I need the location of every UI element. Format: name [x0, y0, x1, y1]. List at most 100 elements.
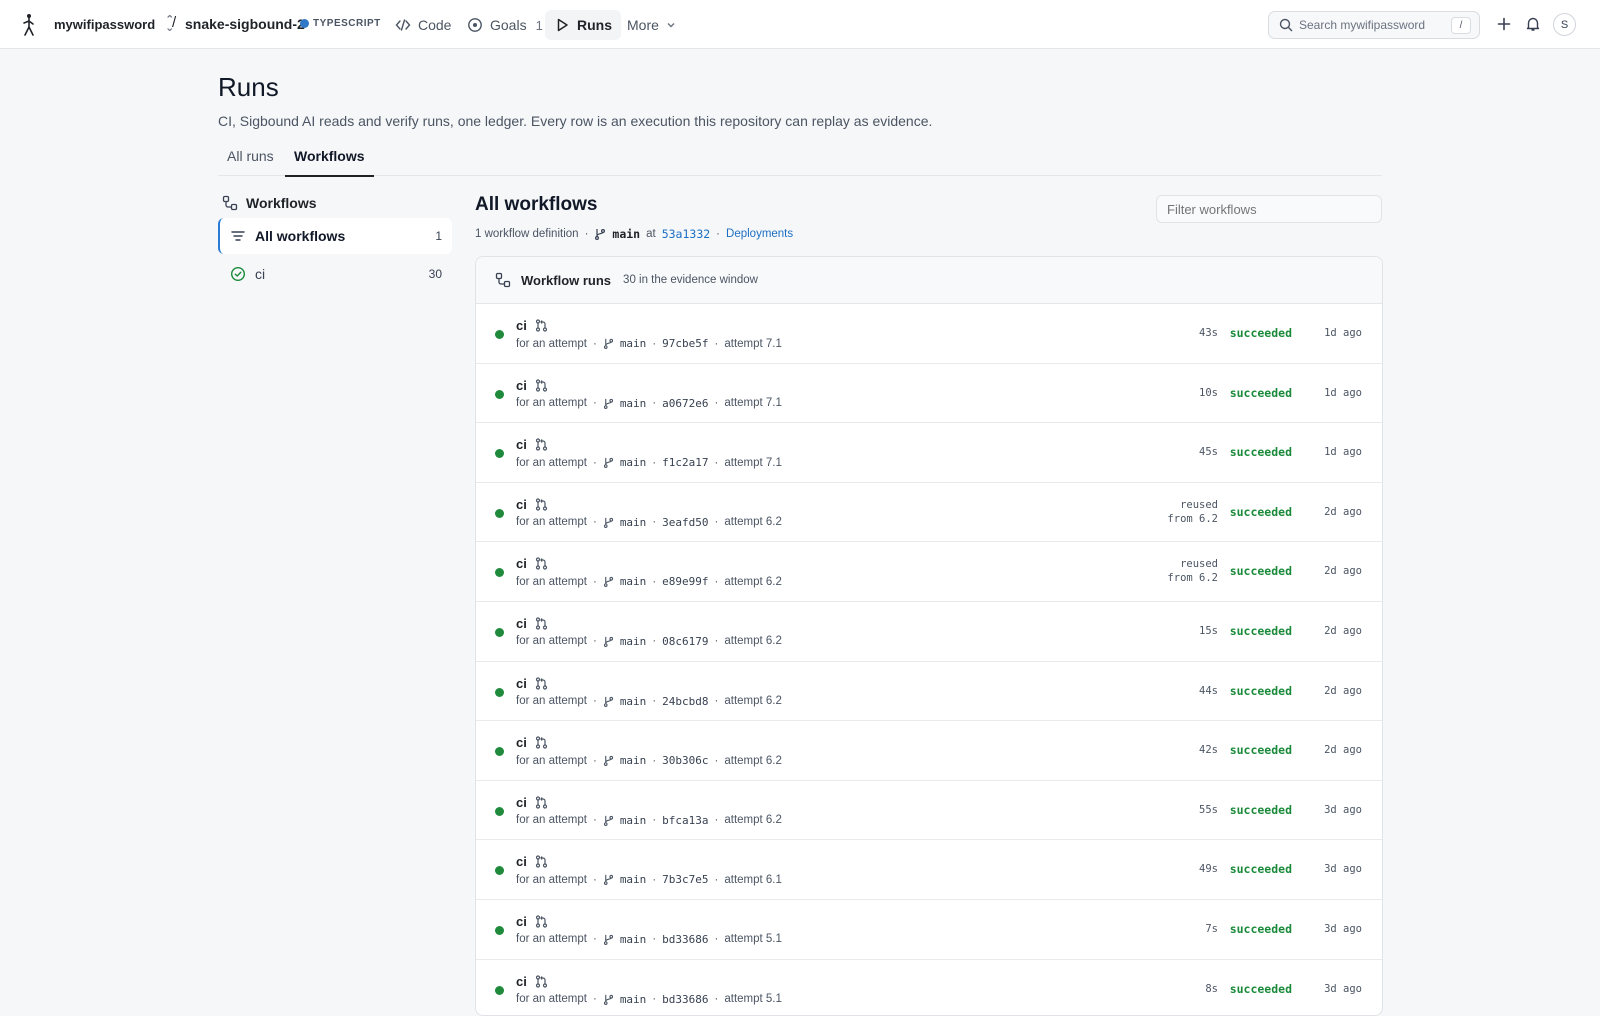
filter-workflows-input[interactable] — [1156, 195, 1382, 223]
separator-dot: · — [652, 933, 657, 946]
run-commit-sha[interactable]: bd33686 — [662, 993, 708, 1006]
run-name-label: ci — [516, 615, 527, 631]
run-name[interactable]: ci — [516, 437, 548, 452]
separator-dot: · — [592, 814, 597, 827]
run-name[interactable]: ci — [516, 914, 548, 929]
status-dot-icon — [495, 568, 504, 578]
workflow-icon — [495, 272, 511, 288]
run-name[interactable]: ci — [516, 497, 548, 512]
run-meta: for an attempt · main · 24bcbd8 · attemp… — [516, 695, 782, 708]
sidebar-item-ci[interactable]: ci 30 — [218, 256, 452, 292]
plus-icon[interactable] — [1494, 14, 1514, 34]
owner-switcher[interactable]: mywifipassword ⌃ ⌄ — [54, 15, 174, 34]
run-name[interactable]: ci — [516, 318, 548, 333]
run-row[interactable]: ci for an attempt · main · 08c6179 · att… — [476, 602, 1382, 662]
nav-tab-goals[interactable]: Goals 1 — [458, 10, 552, 40]
run-commit-sha[interactable]: 97cbe5f — [662, 337, 708, 350]
run-attempt: attempt 5.1 — [724, 933, 782, 946]
separator-dot: · — [592, 635, 597, 648]
run-commit-sha[interactable]: 24bcbd8 — [662, 695, 708, 708]
goals-count: 1 — [535, 17, 543, 33]
nav-tab-more[interactable]: More — [618, 10, 685, 40]
sidebar-item-all-workflows[interactable]: All workflows 1 — [218, 218, 452, 254]
commit-sha-link[interactable]: 53a1332 — [662, 227, 710, 241]
run-trigger: for an attempt — [516, 516, 587, 529]
separator-dot: · — [652, 337, 657, 350]
run-name[interactable]: ci — [516, 735, 548, 750]
separator-dot: · — [714, 456, 719, 469]
run-trigger: for an attempt — [516, 635, 587, 648]
status-dot-icon — [495, 627, 504, 637]
run-commit-sha[interactable]: bfca13a — [662, 814, 708, 827]
panel-title: Workflow runs — [521, 272, 612, 288]
logo-icon[interactable] — [18, 12, 40, 38]
separator-dot: · — [592, 933, 597, 946]
avatar[interactable]: S — [1553, 13, 1576, 36]
run-commit-sha[interactable]: f1c2a17 — [662, 456, 708, 469]
run-name[interactable]: ci — [516, 556, 548, 571]
bell-icon[interactable] — [1523, 14, 1543, 34]
separator-dot: · — [714, 337, 719, 350]
run-row[interactable]: ci for an attempt · main · 24bcbd8 · att… — [476, 662, 1382, 722]
run-row[interactable]: ci for an attempt · main · bd33686 · att… — [476, 960, 1382, 1015]
run-name-label: ci — [516, 973, 527, 989]
run-attempt: attempt 6.2 — [724, 575, 782, 588]
run-commit-sha[interactable]: 7b3c7e5 — [662, 873, 708, 886]
search-input[interactable]: Search mywifipassword / — [1268, 11, 1480, 39]
run-commit-sha[interactable]: a0672e6 — [662, 397, 708, 410]
run-trigger: for an attempt — [516, 993, 587, 1006]
workflow-runs-panel: Workflow runs 30 in the evidence window … — [475, 256, 1383, 1016]
run-name[interactable]: ci — [516, 616, 548, 631]
run-meta: for an attempt · main · 97cbe5f · attemp… — [516, 337, 782, 350]
branch-icon — [603, 636, 613, 647]
run-name[interactable]: ci — [516, 676, 548, 691]
separator-dot: · — [714, 814, 719, 827]
panel-header: Workflow runs 30 in the evidence window — [476, 257, 1382, 304]
repo-name[interactable]: snake-sigbound-2 — [185, 16, 305, 32]
sidebar-item-label: ci — [255, 266, 266, 282]
run-name[interactable]: ci — [516, 854, 548, 869]
run-row[interactable]: ci for an attempt · main · bfca13a · att… — [476, 781, 1382, 841]
run-row[interactable]: ci for an attempt · main · bd33686 · att… — [476, 900, 1382, 960]
run-row[interactable]: ci for an attempt · main · 30b306c · att… — [476, 721, 1382, 781]
definition-count: 1 workflow definition — [475, 228, 579, 240]
nav-tab-code[interactable]: Code — [386, 10, 460, 40]
run-trigger: for an attempt — [516, 456, 587, 469]
tab-all-runs[interactable]: All runs — [218, 148, 283, 176]
separator-dot: · — [714, 933, 719, 946]
run-row[interactable]: ci for an attempt · main · f1c2a17 · att… — [476, 423, 1382, 483]
separator-dot: · — [714, 993, 719, 1006]
deployments-link[interactable]: Deployments — [726, 228, 793, 240]
run-name[interactable]: ci — [516, 378, 548, 393]
run-branch: main — [619, 694, 647, 708]
run-row[interactable]: ci for an attempt · main · e89e99f · att… — [476, 542, 1382, 602]
run-reused-line: from 6.2 — [1167, 512, 1218, 525]
run-name[interactable]: ci — [516, 974, 548, 989]
workflow-icon — [222, 195, 238, 211]
separator-dot: · — [652, 814, 657, 827]
run-meta: for an attempt · main · 7b3c7e5 · attemp… — [516, 873, 782, 886]
tab-workflows[interactable]: Workflows — [285, 148, 374, 177]
nav-tab-runs[interactable]: Runs — [545, 10, 621, 40]
run-commit-sha[interactable]: 08c6179 — [662, 635, 708, 648]
owner-name: mywifipassword — [54, 16, 156, 32]
run-name[interactable]: ci — [516, 795, 548, 810]
separator-dot: · — [714, 873, 719, 886]
sidebar-item-count: 30 — [428, 267, 442, 281]
run-name-label: ci — [516, 496, 527, 512]
run-trigger: for an attempt — [516, 873, 587, 886]
branch-icon — [603, 398, 613, 409]
run-commit-sha[interactable]: bd33686 — [662, 933, 708, 946]
status-badge: succeeded — [1229, 385, 1292, 400]
run-row[interactable]: ci for an attempt · main · 97cbe5f · att… — [476, 304, 1382, 364]
separator-dot: · — [592, 695, 597, 708]
run-commit-sha[interactable]: 30b306c — [662, 754, 708, 767]
run-row[interactable]: ci for an attempt · main · 7b3c7e5 · att… — [476, 840, 1382, 900]
check-circle-icon — [230, 266, 246, 282]
run-commit-sha[interactable]: e89e99f — [662, 575, 708, 588]
run-trigger: for an attempt — [516, 397, 587, 410]
run-attempt: attempt 7.1 — [724, 337, 782, 350]
run-row[interactable]: ci for an attempt · main · a0672e6 · att… — [476, 364, 1382, 424]
run-commit-sha[interactable]: 3eafd50 — [662, 516, 708, 529]
run-row[interactable]: ci for an attempt · main · 3eafd50 · att… — [476, 483, 1382, 543]
